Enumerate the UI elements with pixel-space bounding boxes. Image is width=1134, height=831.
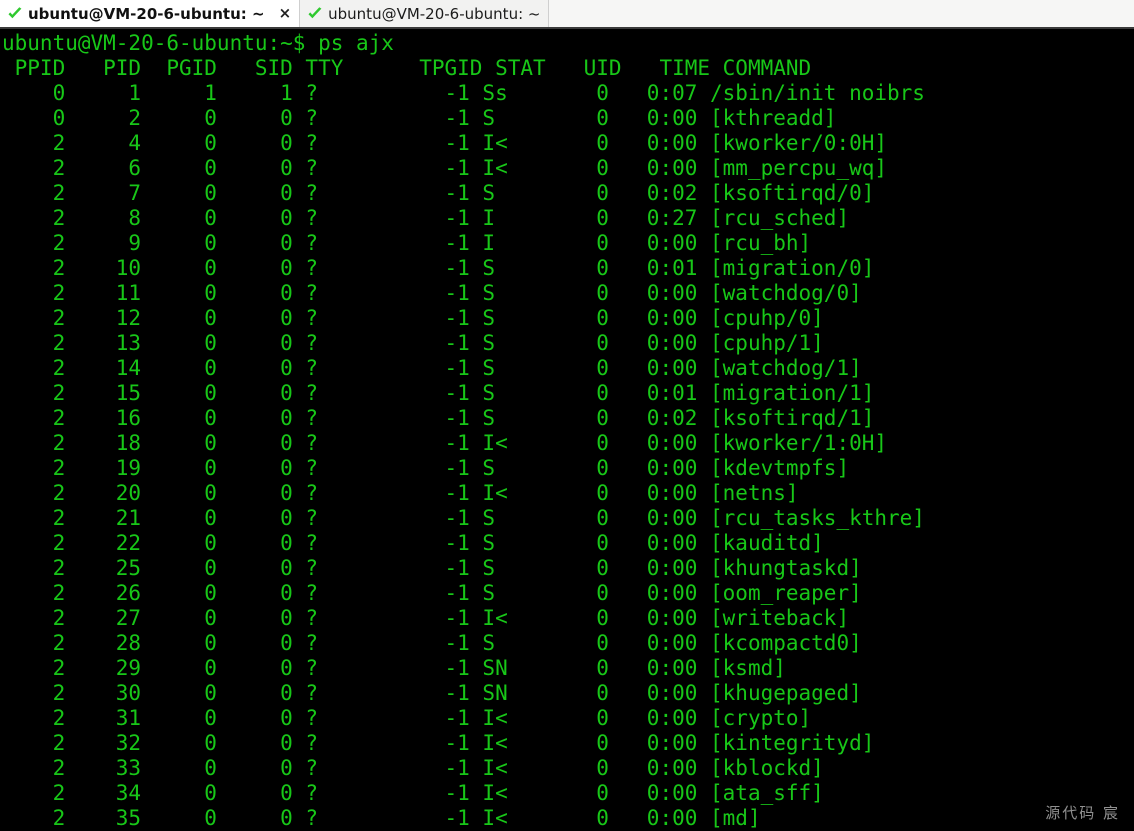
terminal-output: ubuntu@VM-20-6-ubuntu:~$ ps ajx PPID PID… — [0, 29, 1134, 829]
tab-bar-empty-area — [549, 0, 1134, 27]
tab-terminal-1[interactable]: ubuntu@VM-20-6-ubuntu: ~ × — [0, 0, 301, 27]
tab-terminal-2[interactable]: ubuntu@VM-20-6-ubuntu: ~ — [300, 0, 550, 27]
tab-bar: ubuntu@VM-20-6-ubuntu: ~ × ubuntu@VM-20-… — [0, 0, 1134, 29]
check-icon — [308, 6, 322, 18]
tab-title: ubuntu@VM-20-6-ubuntu: ~ — [328, 4, 541, 23]
tab-close-icon[interactable]: × — [279, 6, 292, 21]
tab-title: ubuntu@VM-20-6-ubuntu: ~ — [28, 4, 265, 23]
check-icon — [8, 6, 22, 18]
terminal-screen[interactable]: ubuntu@VM-20-6-ubuntu:~$ ps ajx PPID PID… — [0, 29, 1134, 829]
